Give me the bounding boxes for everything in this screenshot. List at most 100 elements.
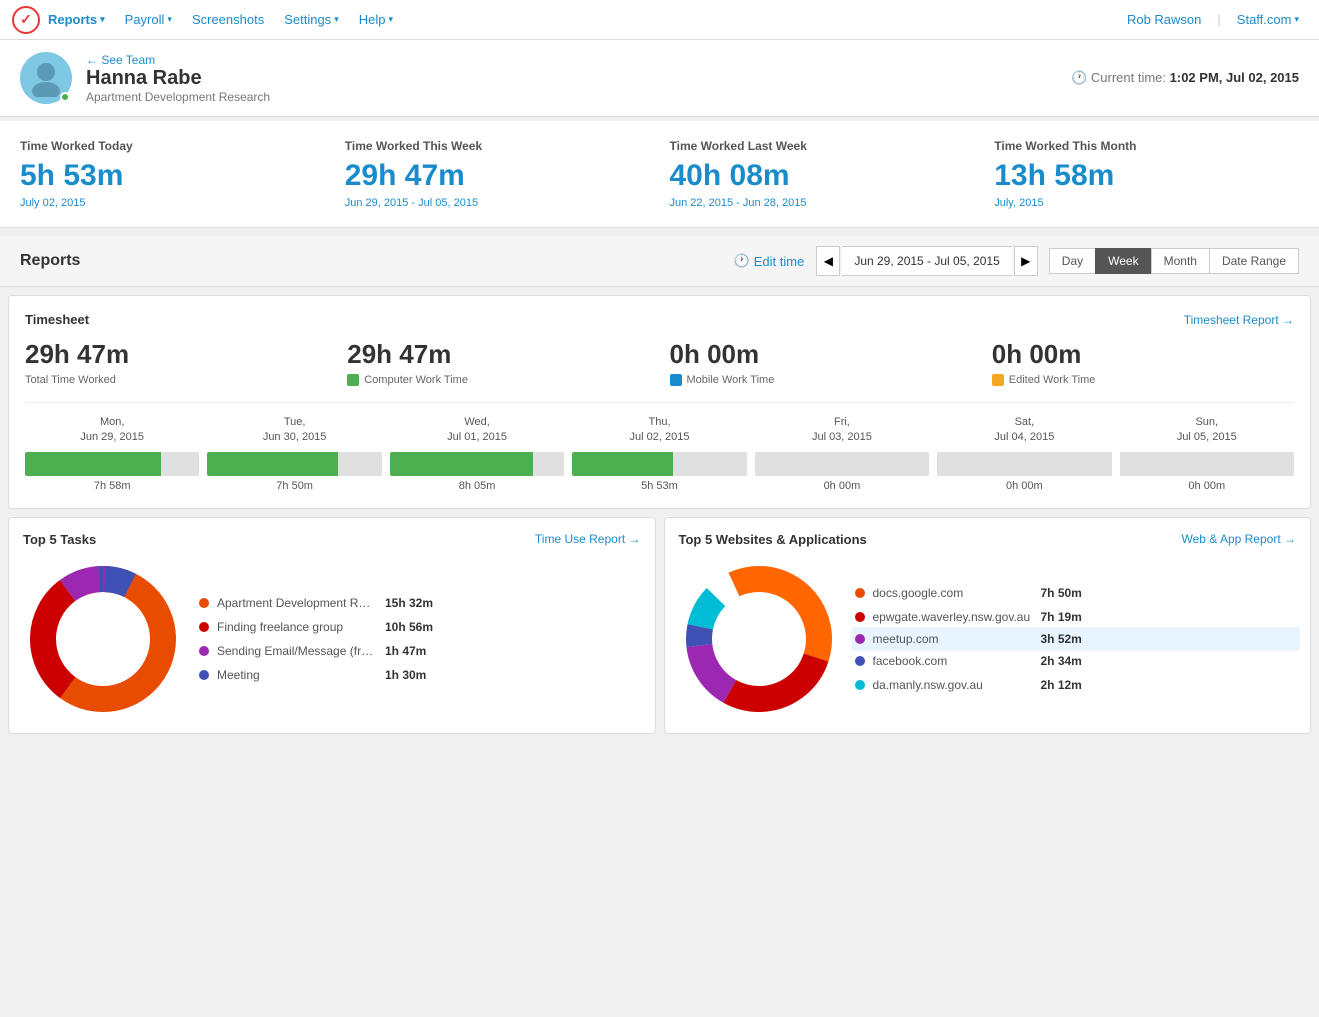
site-time: 2h 34m xyxy=(1041,654,1082,668)
prev-period-button[interactable]: ◀ xyxy=(816,246,840,276)
chevron-down-icon: ▾ xyxy=(167,14,172,25)
task-dot xyxy=(199,622,209,632)
day-time: 7h 50m xyxy=(207,480,381,492)
site-name: docs.google.com xyxy=(873,586,1033,600)
day-bar-container xyxy=(25,452,199,476)
stat-month-value: 13h 58m xyxy=(994,159,1299,193)
stats-section: Time Worked Today 5h 53m July 02, 2015 T… xyxy=(0,121,1319,228)
stat-today: Time Worked Today 5h 53m July 02, 2015 xyxy=(20,139,325,209)
websites-donut-chart xyxy=(679,559,839,719)
web-app-report-link[interactable]: Web & App Report → xyxy=(1181,532,1296,546)
nav-reports[interactable]: Reports ▾ xyxy=(40,12,113,27)
time-use-report-link[interactable]: Time Use Report → xyxy=(535,532,641,546)
timesheet-report-link[interactable]: Timesheet Report → xyxy=(1184,313,1294,327)
nav-company[interactable]: Staff.com ▾ xyxy=(1229,12,1307,27)
day-header: Tue,Jun 30, 2015 xyxy=(207,415,381,446)
stat-last-week-label: Time Worked Last Week xyxy=(670,139,975,153)
next-period-button[interactable]: ▶ xyxy=(1014,246,1038,276)
day-bar-container xyxy=(207,452,381,476)
chevron-down-icon: ▾ xyxy=(1294,14,1299,25)
nav-screenshots[interactable]: Screenshots xyxy=(184,12,272,27)
yellow-legend-dot xyxy=(992,374,1004,386)
task-item-3: Meeting 1h 30m xyxy=(199,663,641,687)
reports-title: Reports xyxy=(20,252,722,270)
view-day-button[interactable]: Day xyxy=(1049,248,1096,274)
stat-week-date: Jun 29, 2015 - Jul 05, 2015 xyxy=(345,197,650,209)
timesheet-computer: 29h 47m Computer Work Time xyxy=(347,339,649,386)
mobile-label: Mobile Work Time xyxy=(670,374,972,386)
day-bar-container xyxy=(1120,452,1294,476)
day-header: Fri,Jul 03, 2015 xyxy=(755,415,929,446)
timesheet-stats: 29h 47m Total Time Worked 29h 47m Comput… xyxy=(25,339,1294,386)
task-name: Finding freelance group xyxy=(217,620,377,634)
website-list: docs.google.com 7h 50m epwgate.waverley.… xyxy=(855,581,1297,697)
current-time: 🕐 Current time: 1:02 PM, Jul 02, 2015 xyxy=(1071,70,1299,86)
task-time: 1h 30m xyxy=(385,668,426,682)
stat-today-date: July 02, 2015 xyxy=(20,197,325,209)
edited-label: Edited Work Time xyxy=(992,374,1294,386)
site-time: 7h 50m xyxy=(1041,586,1082,600)
stat-last-week: Time Worked Last Week 40h 08m Jun 22, 20… xyxy=(670,139,975,209)
total-label: Total Time Worked xyxy=(25,374,327,386)
task-name: Sending Email/Message (freel... xyxy=(217,644,377,658)
task-dot xyxy=(199,670,209,680)
day-time: 8h 05m xyxy=(390,480,564,492)
task-dot xyxy=(199,598,209,608)
site-time: 7h 19m xyxy=(1041,610,1082,624)
bottom-panels: Top 5 Tasks Time Use Report → Apartment … xyxy=(8,517,1311,734)
stat-month-date: July, 2015 xyxy=(994,197,1299,209)
navbar: ✓ Reports ▾ Payroll ▾ Screenshots Settin… xyxy=(0,0,1319,40)
edit-time-button[interactable]: 🕐 Edit time xyxy=(734,253,805,269)
profile-name: Hanna Rabe xyxy=(86,67,270,90)
day-column-5: Sat,Jul 04, 2015 0h 00m xyxy=(937,415,1111,492)
stat-week: Time Worked This Week 29h 47m Jun 29, 20… xyxy=(345,139,650,209)
task-time: 15h 32m xyxy=(385,596,433,610)
date-range-display: Jun 29, 2015 - Jul 05, 2015 xyxy=(842,246,1011,276)
chevron-down-icon: ▾ xyxy=(100,14,105,25)
view-daterange-button[interactable]: Date Range xyxy=(1209,248,1299,274)
nav-settings[interactable]: Settings ▾ xyxy=(276,12,347,27)
website-item-3: facebook.com 2h 34m xyxy=(855,649,1297,673)
task-item-1: Finding freelance group 10h 56m xyxy=(199,615,641,639)
day-time: 0h 00m xyxy=(937,480,1111,492)
green-legend-dot xyxy=(347,374,359,386)
day-header: Thu,Jul 02, 2015 xyxy=(572,415,746,446)
clock-icon: 🕐 xyxy=(1071,70,1087,85)
nav-help[interactable]: Help ▾ xyxy=(351,12,401,27)
view-week-button[interactable]: Week xyxy=(1095,248,1151,274)
stat-week-value: 29h 47m xyxy=(345,159,650,193)
day-time: 5h 53m xyxy=(572,480,746,492)
site-name: facebook.com xyxy=(873,654,1033,668)
website-item-4: da.manly.nsw.gov.au 2h 12m xyxy=(855,673,1297,697)
top-websites-title: Top 5 Websites & Applications xyxy=(679,532,867,547)
view-month-button[interactable]: Month xyxy=(1151,248,1210,274)
stat-month-label: Time Worked This Month xyxy=(994,139,1299,153)
nav-user[interactable]: Rob Rawson xyxy=(1119,12,1209,27)
task-time: 1h 47m xyxy=(385,644,426,658)
nav-payroll[interactable]: Payroll ▾ xyxy=(117,12,180,27)
day-bar-container xyxy=(937,452,1111,476)
stat-last-week-date: Jun 22, 2015 - Jun 28, 2015 xyxy=(670,197,975,209)
site-dot xyxy=(855,656,865,666)
see-team-link[interactable]: ← See Team xyxy=(86,53,270,67)
view-buttons: Day Week Month Date Range xyxy=(1050,248,1299,274)
profile-subtitle: Apartment Development Research xyxy=(86,90,270,104)
profile-section: ← See Team Hanna Rabe Apartment Developm… xyxy=(0,40,1319,117)
day-time: 7h 58m xyxy=(25,480,199,492)
day-column-0: Mon,Jun 29, 2015 7h 58m xyxy=(25,415,199,492)
task-list: Apartment Development Rese... 15h 32m Fi… xyxy=(199,591,641,687)
task-time: 10h 56m xyxy=(385,620,433,634)
site-dot xyxy=(855,634,865,644)
day-time: 0h 00m xyxy=(755,480,929,492)
nav-links: Reports ▾ Payroll ▾ Screenshots Settings… xyxy=(40,12,1119,27)
day-bar-container xyxy=(755,452,929,476)
site-dot xyxy=(855,612,865,622)
task-item-2: Sending Email/Message (freel... 1h 47m xyxy=(199,639,641,663)
day-column-1: Tue,Jun 30, 2015 7h 50m xyxy=(207,415,381,492)
online-status-dot xyxy=(60,92,70,102)
top-websites-panel: Top 5 Websites & Applications Web & App … xyxy=(664,517,1312,734)
avatar xyxy=(20,52,72,104)
day-bar-container xyxy=(390,452,564,476)
day-column-2: Wed,Jul 01, 2015 8h 05m xyxy=(390,415,564,492)
website-item-2: meetup.com 3h 52m xyxy=(851,627,1301,651)
